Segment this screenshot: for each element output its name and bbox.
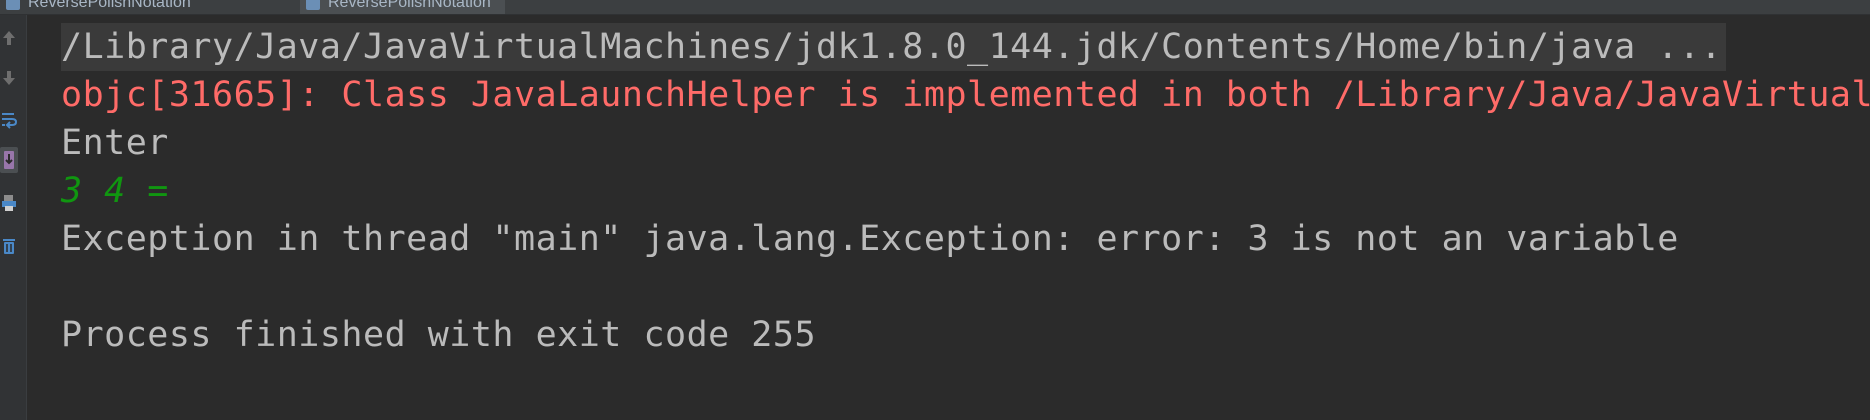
trash-icon[interactable] — [0, 233, 18, 259]
console-output[interactable]: /Library/Java/JavaVirtualMachines/jdk1.8… — [27, 15, 1870, 420]
arrow-down-icon[interactable] — [0, 65, 18, 91]
tab-reverse-polish-notation-1[interactable]: ReversePolishNotation — [0, 0, 205, 14]
tab-label: ReversePolishNotation — [328, 0, 491, 11]
exception-line: Exception in thread "main" java.lang.Exc… — [61, 219, 1679, 259]
arrow-up-icon[interactable] — [0, 25, 18, 51]
run-config-icon — [306, 0, 320, 10]
stderr-warning-line: objc[31665]: Class JavaLaunchHelper is i… — [61, 75, 1870, 115]
command-line[interactable]: /Library/Java/JavaVirtualMachines/jdk1.8… — [61, 23, 1727, 71]
prompt-line: Enter — [61, 123, 169, 163]
run-tool-window: ReversePolishNotation ReversePolishNotat… — [0, 0, 1870, 420]
scroll-to-end-icon[interactable] — [0, 147, 18, 173]
user-input-line: 3 4 = — [61, 171, 169, 211]
tab-reverse-polish-notation-2[interactable]: ReversePolishNotation — [300, 0, 505, 14]
tab-label: ReversePolishNotation — [28, 0, 191, 11]
soft-wrap-icon[interactable] — [0, 107, 18, 133]
console-toolbar — [0, 15, 27, 420]
exit-code-line: Process finished with exit code 255 — [61, 315, 817, 355]
print-icon[interactable] — [0, 190, 18, 216]
run-config-icon — [6, 0, 20, 10]
run-tabs-bar: ReversePolishNotation ReversePolishNotat… — [0, 0, 1870, 15]
